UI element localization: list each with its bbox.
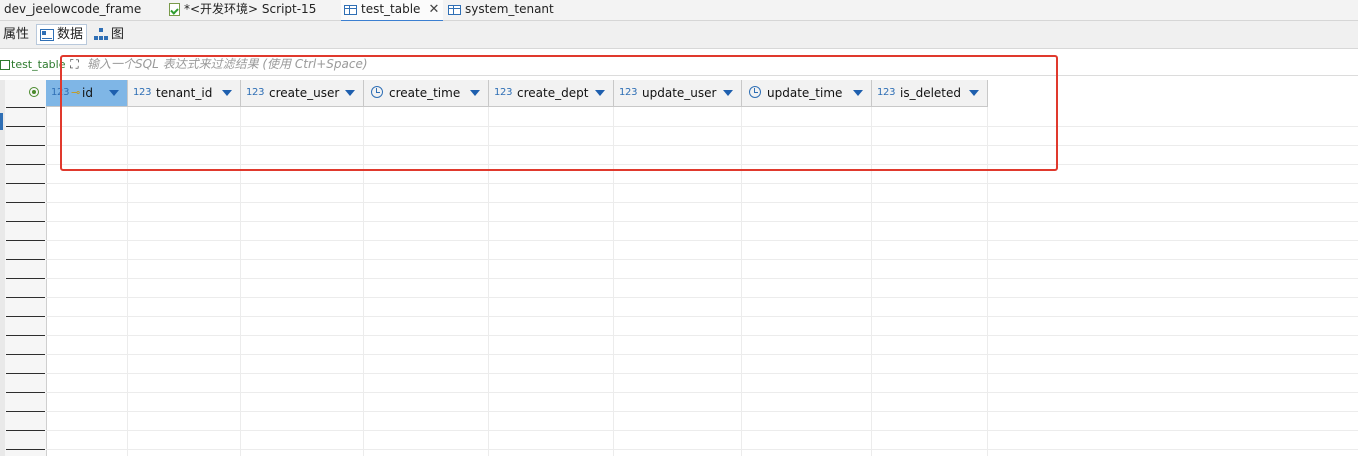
grid-row-line <box>46 259 1358 260</box>
subtab-data[interactable]: 数据 <box>36 24 88 45</box>
gutter-row-line <box>6 259 45 260</box>
tab-script-15[interactable]: *<开发环境> Script-15 <box>169 0 316 20</box>
row-number-gutter <box>0 80 47 456</box>
grid-row-line <box>46 449 1358 450</box>
grid-row-line <box>46 240 1358 241</box>
grid-row-line <box>46 202 1358 203</box>
editor-tab-strip: dev_jeelowcode_frame *<开发环境> Script-15 t… <box>0 0 1358 22</box>
gutter-row-line <box>6 240 45 241</box>
tab-label: system_tenant <box>465 2 554 16</box>
tab-test-table[interactable]: test_table ✕ <box>341 0 444 22</box>
grid-row-line <box>46 354 1358 355</box>
grid-row-line <box>46 392 1358 393</box>
gutter-row-line <box>6 373 45 374</box>
close-tab-icon[interactable]: ✕ <box>428 1 439 19</box>
subtab-label: 数据 <box>57 27 84 42</box>
table-icon <box>0 60 10 70</box>
grid-row-line <box>46 373 1358 374</box>
grid-row-line <box>46 411 1358 412</box>
tab-label: dev_jeelowcode_frame <box>4 2 142 16</box>
gutter-row-line <box>6 449 45 450</box>
gutter-strip <box>0 80 5 456</box>
gutter-row-line <box>6 107 45 108</box>
data-grid-icon <box>40 28 54 41</box>
grid-row-line <box>46 430 1358 431</box>
grid-row-line <box>46 278 1358 279</box>
subtab-properties[interactable]: 属性 <box>0 24 32 45</box>
tab-dev-jeelowcode-frame[interactable]: dev_jeelowcode_frame <box>4 0 141 20</box>
diagram-icon <box>94 28 108 41</box>
select-all-icon[interactable] <box>29 87 39 97</box>
subtab-label: 图 <box>111 27 125 42</box>
gutter-row-line <box>6 392 45 393</box>
tab-label: test_table <box>361 2 421 16</box>
gutter-row-line <box>6 354 45 355</box>
editor-subtab-bar: 属性 数据 图 <box>0 21 1358 49</box>
row-marker <box>0 113 3 130</box>
gutter-row-line <box>6 145 45 146</box>
gutter-row-line <box>6 278 45 279</box>
table-icon <box>448 4 461 15</box>
grid-row-line <box>46 297 1358 298</box>
gutter-row-line <box>6 126 45 127</box>
table-icon <box>344 4 357 15</box>
gutter-row-line <box>6 316 45 317</box>
gutter-row-line <box>6 430 45 431</box>
sql-script-icon <box>169 3 180 16</box>
gutter-row-line <box>6 202 45 203</box>
subtab-diagram[interactable]: 图 <box>91 24 127 45</box>
tab-label: *<开发环境> Script-15 <box>184 2 317 16</box>
gutter-row-line <box>6 164 45 165</box>
grid-row-line <box>46 316 1358 317</box>
gutter-row-line <box>6 221 45 222</box>
grid-row-line <box>46 335 1358 336</box>
gutter-row-line <box>6 335 45 336</box>
gutter-row-line <box>6 297 45 298</box>
gutter-row-line <box>6 411 45 412</box>
subtab-label: 属性 <box>3 27 30 42</box>
gutter-row-line <box>6 183 45 184</box>
filter-table-label: test_table <box>0 56 65 73</box>
highlight-annotation <box>60 55 1058 171</box>
grid-row-line <box>46 221 1358 222</box>
grid-row-line <box>46 183 1358 184</box>
tab-system-tenant[interactable]: system_tenant <box>448 0 554 20</box>
